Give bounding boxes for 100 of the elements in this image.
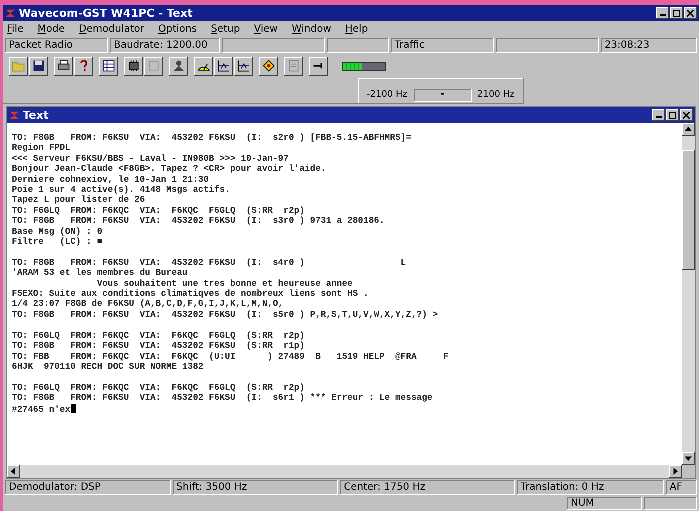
chart-frame-icon (236, 59, 250, 73)
scrollbar-thumb[interactable] (682, 150, 695, 270)
terminal-line: Derniere cohnexiov, le 10-Jan 1 21:30 (12, 174, 210, 185)
status-field: AF (666, 480, 698, 495)
terminal-line: #27465 n'ex (12, 404, 678, 415)
close-icon (683, 112, 690, 118)
scroll-right-button[interactable] (669, 465, 682, 478)
info-field: Packet Radio (5, 38, 108, 53)
table-icon (102, 59, 116, 73)
menu-item[interactable]: Options (158, 24, 198, 34)
page-icon (286, 59, 300, 73)
terminal-line: TO: F8GB FROM: F6KSU VIA: 453202 F6KSU (S:RR r1p) (12, 341, 306, 352)
maximize-button[interactable] (666, 109, 679, 121)
terminal-line: 1/4 23:07 F8GB de F6KSU (A,B,C,D,F,G,I,J,K,L,M,N,O, (12, 299, 285, 310)
terminal-line: Vous souhaitent une tres bonne et heureuse annee (96, 278, 354, 290)
terminal-line: TO: F8GB FROM: F6KSU VIA: 453202 F6KSU (I: s3r0 ) 9731 a 280186. (12, 216, 386, 227)
toolbar-button[interactable] (169, 56, 188, 76)
maximize-icon (673, 10, 680, 16)
menu-item[interactable]: Setup (211, 24, 240, 34)
window-title: Text (23, 108, 50, 122)
window-title: Wavecom-GST W41PC - Text (19, 6, 194, 20)
terminal-line: TO: F6GLQ FROM: F6KQC VIA: F6KQC F6GLQ (S:RR r2p) (12, 206, 306, 216)
folder-icon (12, 59, 26, 73)
terminal-line: 6HJK 970110 RECH DOC SUR NORME 1382 (12, 362, 205, 372)
scroll-up-button[interactable] (682, 123, 695, 136)
person-icon (172, 59, 186, 73)
terminal-line: F5EXO: Suite aux conditions climatiqves de nombreux liens sont HS . (12, 289, 370, 300)
save-icon (32, 59, 46, 73)
status-field: Center: 1750 Hz (340, 480, 515, 495)
menu-item[interactable]: View (254, 24, 278, 34)
toolbar-button[interactable] (99, 56, 118, 76)
minimize-button[interactable] (656, 7, 669, 19)
terminal-line: TO: F8GB FROM: F6KSU VIA: 453202 F6KSU (I: s2r0 ) [FBB-5.15-ABFHMR$]= (12, 133, 412, 144)
left-arrow-icon (10, 468, 17, 475)
terminal-line: TO: F8GB FROM: F6KSU VIA: 453202 F6KSU (I: s6r1 ) *** Erreur : Le message (12, 393, 434, 404)
terminal-line: Tapez L pour lister de 26 (12, 195, 146, 206)
terminal-line: Filtre (LC) : ■ (12, 237, 104, 248)
horizontal-scrollbar[interactable] (7, 465, 695, 478)
menu-item[interactable]: Window (292, 24, 332, 34)
toolbar-button[interactable] (144, 56, 163, 76)
toolbar-button[interactable] (234, 56, 253, 76)
diamond-icon (262, 59, 276, 73)
up-arrow-icon (685, 126, 692, 133)
empty-frame-icon (146, 59, 160, 73)
terminal-line: TO: F6GLQ FROM: F6KQC VIA: F6KQC F6GLQ (S:RR r2p) (12, 382, 306, 394)
app-logo-icon (9, 110, 20, 120)
empty-status-field (644, 497, 697, 510)
toolbar-button[interactable] (29, 56, 48, 76)
terminal-line: 'ARAM 53 et les membres du Bureau (12, 268, 189, 279)
status-field: Translation: 0 Hz (516, 480, 664, 495)
frequency-slider[interactable]: - (414, 88, 472, 102)
toolbar-button[interactable] (74, 56, 93, 76)
terminal-line: <<< Serveur F6KSU/BBS - Laval - IN980B >>> 10-Jan-97 (12, 154, 290, 164)
info-field: Traffic (390, 38, 494, 53)
text-cursor (70, 404, 76, 413)
menu-item[interactable]: Mode (38, 24, 66, 34)
empty-info-field (326, 38, 389, 53)
minimize-button[interactable] (652, 109, 665, 121)
app-logo-icon (5, 8, 16, 18)
menu-item[interactable]: File (7, 24, 24, 34)
status-indicator: NUM (567, 497, 642, 510)
toolbar-button[interactable] (9, 56, 28, 76)
toolbar-button[interactable] (194, 56, 213, 76)
terminal-line: TO: F6GLQ FROM: F6KQC VIA: F6KQC F6GLQ (S:RR r2p) (12, 330, 306, 342)
vertical-scrollbar[interactable] (682, 123, 695, 465)
close-button[interactable] (680, 109, 693, 121)
terminal-line: TO: F8GB FROM: F6KSU VIA: 453202 F6KSU (I: s5r0 ) P,R,S,T,U,V,W,X,Y,Z,?) > (12, 310, 440, 320)
slider-min-label: -2100 Hz (367, 90, 408, 100)
slider-thumb[interactable]: - (440, 88, 445, 100)
close-button[interactable] (684, 7, 697, 19)
info-field: Baudrate: 1200.00 (110, 38, 220, 53)
toolbar-button[interactable] (54, 56, 73, 76)
printer-icon (56, 59, 70, 73)
toolbar-button[interactable] (309, 56, 328, 76)
toolbar-button[interactable] (259, 56, 278, 76)
menu-item[interactable]: Help (345, 24, 368, 34)
right-arrow-icon (672, 468, 679, 475)
status-field: Demodulator: DSP (5, 480, 171, 495)
terminal-line: Region FPDL (12, 143, 72, 154)
terminal-line: TO: F8GB FROM: F6KSU VIA: 453202 F6KSU (I: s4r0 ) L (12, 258, 408, 268)
maximize-button[interactable] (670, 7, 683, 19)
resize-grip[interactable] (682, 465, 695, 478)
scroll-left-button[interactable] (7, 465, 20, 478)
info-field: 23:08:23 (600, 38, 697, 53)
terminal-line: Poie 1 sur 4 active(s). 4148 Msgs actifs. (12, 185, 232, 196)
slider-max-label: 2100 Hz (478, 90, 515, 100)
terminal-line: TO: FBB FROM: F6KQC VIA: F6KQC (U:UI ) 27489 B 1519 HELP @FRA F (12, 352, 450, 362)
toolbar-button[interactable] (214, 56, 233, 76)
terminal-line: Bonjour Jean-Claude <F8GB>. Tapez ? <CR> pour avoir l'aide. (12, 164, 328, 175)
maximize-icon (669, 112, 676, 118)
chip-icon (126, 59, 140, 73)
close-icon (687, 10, 694, 16)
status-field: Shift: 3500 Hz (172, 480, 338, 495)
chart-frame-icon (216, 59, 230, 73)
toolbar-button[interactable] (124, 56, 143, 76)
toolbar-button[interactable] (284, 56, 303, 76)
terminal-line: Base Msg (ON) : 0 (12, 226, 104, 238)
scroll-down-button[interactable] (682, 452, 695, 465)
down-arrow-icon (685, 455, 692, 462)
menu-item[interactable]: Demodulator (79, 24, 144, 34)
